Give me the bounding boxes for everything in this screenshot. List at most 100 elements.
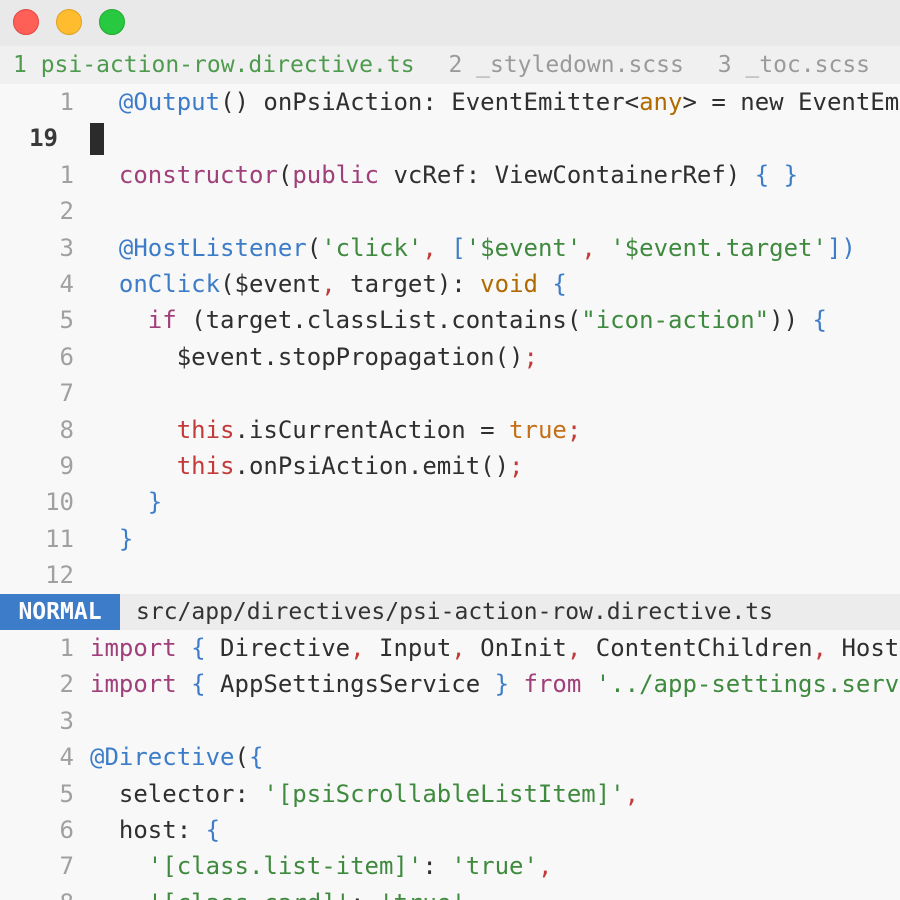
code-token: true — [509, 415, 567, 444]
code-line[interactable]: 2 — [0, 193, 900, 229]
code-token: Input — [379, 634, 452, 662]
code-text: @Output() onPsiAction: EventEmitter<any>… — [90, 84, 900, 120]
line-number: 1 — [59, 634, 74, 662]
code-text: } — [90, 484, 162, 520]
code-text: this.onPsiAction.emit(); — [90, 448, 524, 484]
line-number: 11 — [45, 524, 74, 553]
code-token: ( — [234, 743, 249, 772]
code-line[interactable]: 1 import { Directive, Input, OnInit, Cont… — [0, 630, 900, 666]
code-token: onClick — [118, 269, 221, 298]
code-line[interactable]: 19 — [0, 120, 900, 156]
code-line[interactable]: 9 this.onPsiAction.emit(); — [0, 448, 900, 484]
code-text: selector: '[psiScrollableListItem]', — [90, 776, 639, 812]
code-token: @Output — [118, 88, 221, 116]
code-text: if (target.classList.contains("icon-acti… — [90, 302, 827, 338]
code-token: } — [147, 488, 163, 517]
editor-pane-bottom[interactable]: 1 import { Directive, Input, OnInit, Cont… — [0, 630, 900, 900]
code-token: @HostListener — [118, 233, 307, 262]
code-line[interactable]: 7 — [0, 375, 900, 411]
code-token: } — [494, 670, 510, 699]
code-text: host: { — [90, 812, 220, 848]
line-number: 2 — [59, 670, 74, 699]
code-text: import { Directive, Input, OnInit, Conte… — [90, 630, 900, 666]
code-token: { — [248, 743, 264, 772]
code-token: @Directive — [90, 743, 235, 772]
code-line[interactable]: 1 constructor(public vcRef: ViewContaine… — [0, 157, 900, 193]
code-line[interactable]: 10 } — [0, 484, 900, 520]
code-token: $event.stopPropagation() — [90, 342, 524, 371]
code-token: .isCurrentAction = — [234, 415, 510, 444]
code-line[interactable]: 8 '[class.card]': 'true' — [0, 885, 900, 900]
code-line[interactable]: 5 selector: '[psiScrollableListItem]', — [0, 776, 900, 812]
code-token: vcRef: ViewContainerRef) — [379, 160, 755, 189]
code-token: import — [90, 670, 177, 699]
line-number: 10 — [45, 488, 74, 517]
code-line[interactable]: 8 this.isCurrentAction = true; — [0, 412, 900, 448]
editor-pane-top[interactable]: 1 @Output() onPsiAction: EventEmitter<an… — [0, 84, 900, 594]
line-number: 5 — [59, 306, 74, 335]
code-token: > = new EventEmitter(); — [682, 88, 900, 116]
code-token: public — [292, 160, 380, 189]
code-line[interactable]: 12 — [0, 557, 900, 593]
minimize-window-button[interactable] — [56, 9, 82, 35]
line-number: 7 — [59, 852, 74, 881]
code-line[interactable]: 7 '[class.list-item]': 'true', — [0, 848, 900, 884]
code-text: this.isCurrentAction = true; — [90, 412, 582, 448]
code-line[interactable]: 3 @HostListener('click', ['$event', '$ev… — [0, 230, 900, 266]
code-token: this — [176, 415, 235, 444]
line-number: 3 — [59, 706, 74, 735]
code-line[interactable]: 1 @Output() onPsiAction: EventEmitter<an… — [0, 84, 900, 120]
code-token: , — [537, 852, 553, 881]
file-path: src/app/directives/psi-action-row.direct… — [136, 599, 773, 625]
tab-psi-action-row[interactable]: 1 psi-action-row.directive.ts — [0, 46, 415, 84]
code-token: : — [422, 852, 452, 881]
window-titlebar — [0, 0, 900, 46]
code-token: '[class.list-item]' — [147, 852, 423, 881]
line-number: 9 — [59, 451, 74, 480]
code-token: ; — [566, 415, 582, 444]
code-token: target): — [350, 269, 481, 298]
code-token: 'click' — [321, 233, 423, 262]
code-token: host: — [90, 815, 206, 844]
line-number: 6 — [59, 815, 74, 844]
close-window-button[interactable] — [13, 9, 39, 35]
line-number: 5 — [59, 779, 74, 808]
code-token: constructor — [118, 160, 278, 189]
tab-styledown[interactable]: 2 _styledown.scss — [428, 46, 683, 84]
code-line[interactable]: 3 — [0, 703, 900, 739]
code-line[interactable]: 11 } — [0, 521, 900, 557]
tabline: 1 psi-action-row.directive.ts 2 _styledo… — [0, 46, 900, 84]
code-line[interactable]: 4 @Directive({ — [0, 739, 900, 775]
code-token: 'true' — [379, 889, 466, 900]
code-line[interactable]: 6 host: { — [0, 812, 900, 848]
code-line[interactable]: 5 if (target.classList.contains("icon-ac… — [0, 302, 900, 338]
code-token: , — [581, 233, 611, 262]
code-text: constructor(public vcRef: ViewContainerR… — [90, 157, 798, 193]
code-text: '[class.card]': 'true' — [90, 885, 466, 900]
code-token: , — [350, 634, 380, 662]
code-token: '$event.target' — [610, 233, 827, 262]
code-token: ]) — [826, 233, 856, 262]
tab-toc[interactable]: 3 _toc.scss — [698, 46, 870, 84]
code-text: @HostListener('click', ['$event', '$even… — [90, 230, 856, 266]
code-token: '[psiScrollableListItem]' — [263, 779, 625, 808]
code-line[interactable]: 2 import { AppSettingsService } from '../… — [0, 666, 900, 702]
line-number: 4 — [59, 269, 74, 298]
text-cursor — [90, 123, 104, 156]
zoom-window-button[interactable] — [99, 9, 125, 35]
code-token: OnInit — [480, 634, 567, 662]
code-token: { — [191, 670, 206, 699]
code-line[interactable]: 6 $event.stopPropagation(); — [0, 339, 900, 375]
code-line[interactable]: 4 onClick($event, target): void { — [0, 266, 900, 302]
code-token: } — [118, 524, 134, 553]
line-number: 8 — [59, 415, 74, 444]
